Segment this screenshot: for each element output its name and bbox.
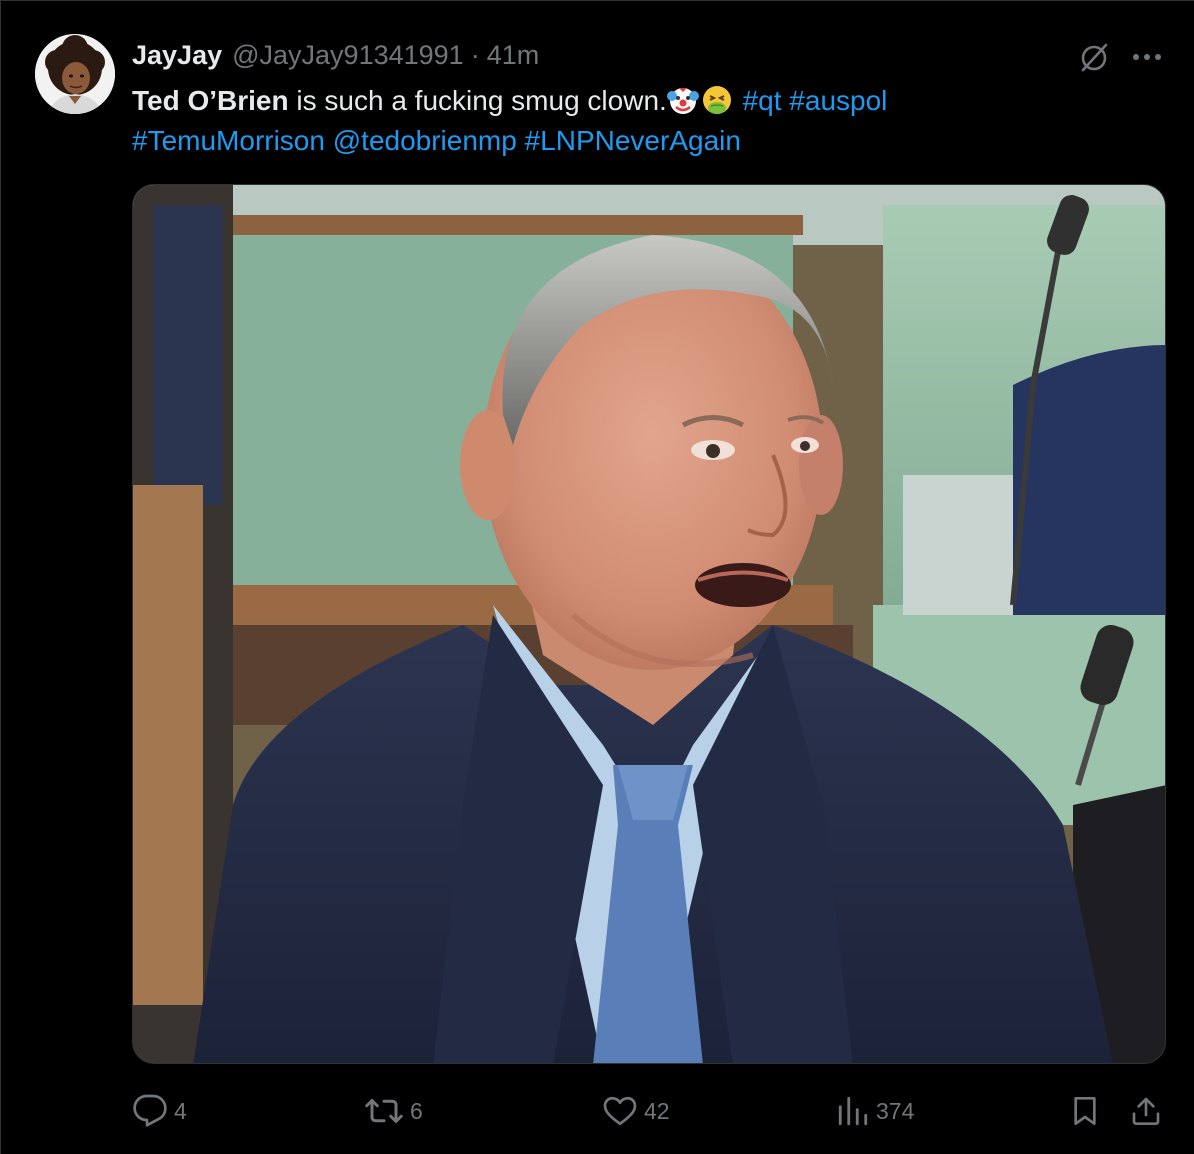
like-button[interactable]: 42 (602, 1089, 670, 1133)
repost-icon (365, 1099, 403, 1123)
mention-tedobrienmp[interactable]: @tedobrienmp (333, 125, 517, 156)
like-count: 42 (644, 1097, 670, 1124)
repost-button[interactable]: 6 (364, 1089, 423, 1133)
separator-dot: · (470, 40, 480, 70)
hashtag-lnpneveragain[interactable]: #LNPNeverAgain (525, 125, 741, 156)
views-count: 374 (876, 1097, 915, 1124)
avatar[interactable] (35, 34, 115, 114)
hashtag-temumorrison[interactable]: #TemuMorrison (132, 125, 325, 156)
tweet-sentence: is such a fucking smug clown. (288, 85, 667, 116)
bookmark-icon (1074, 1097, 1096, 1125)
reply-button[interactable]: 4 (132, 1089, 187, 1133)
timestamp[interactable]: 41m (487, 39, 540, 71)
tweet-header: JayJay @JayJay91341991 · 41m (132, 39, 539, 71)
tweet-text-line-2: #TemuMorrison @tedobrienmp #LNPNeverAgai… (132, 121, 1162, 161)
bookmark-button[interactable] (1069, 1089, 1101, 1133)
views-button[interactable]: 374 (836, 1089, 914, 1133)
more-button[interactable] (1127, 39, 1167, 75)
media-photo (133, 185, 1165, 1063)
avatar-image (35, 34, 115, 114)
more-icon (1133, 54, 1161, 60)
grok-button[interactable] (1076, 39, 1112, 75)
hashtag-qt[interactable]: #qt (743, 85, 782, 116)
share-button[interactable] (1130, 1089, 1162, 1133)
clown-face-emoji (666, 88, 699, 114)
tweet-media[interactable] (132, 184, 1166, 1064)
hashtag-auspol[interactable]: #auspol (789, 85, 887, 116)
tweet-text-line-1: Ted O’Brien is such a fucking smug clown… (132, 81, 1162, 121)
tweet-text: Ted O’Brien is such a fucking smug clown… (132, 81, 1162, 161)
share-icon (1132, 1097, 1160, 1125)
like-icon (603, 1096, 637, 1126)
views-icon (838, 1096, 868, 1126)
action-bar: 4 6 42 374 (132, 1089, 1166, 1133)
mentioned-name: Ted O’Brien (132, 85, 289, 116)
tweet-card[interactable]: JayJay @JayJay91341991 · 41m Ted O’Brien… (0, 0, 1194, 1154)
reply-icon (133, 1094, 167, 1127)
display-name[interactable]: JayJay (132, 39, 222, 71)
grok-icon (1081, 43, 1108, 72)
nauseated-face-emoji (702, 86, 731, 114)
user-handle[interactable]: @JayJay91341991 (232, 39, 464, 71)
repost-count: 6 (410, 1097, 423, 1124)
reply-count: 4 (174, 1097, 187, 1124)
